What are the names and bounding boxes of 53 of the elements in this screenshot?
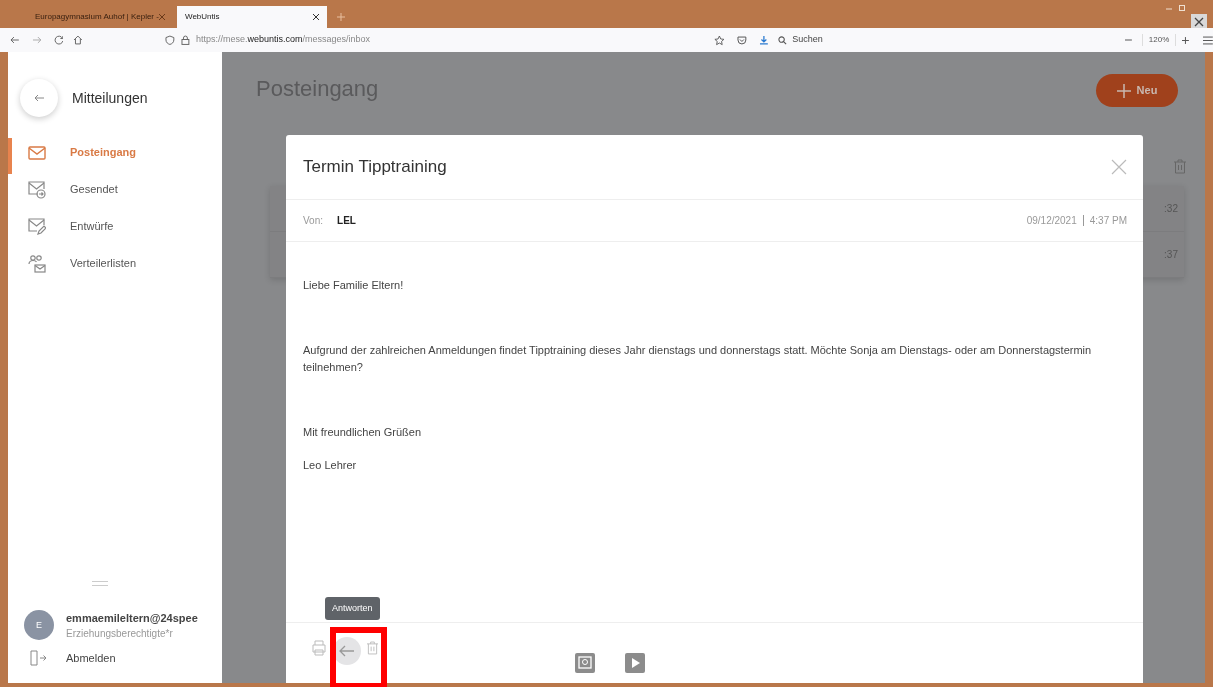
user-role: Erziehungsberechtigte*r	[66, 627, 174, 641]
search-field[interactable]: Suchen	[792, 33, 993, 47]
back-icon[interactable]	[10, 35, 20, 45]
plus-icon	[1116, 83, 1131, 98]
drag-handle-icon[interactable]	[92, 580, 108, 586]
message-title: Termin Tipptraining	[303, 156, 447, 179]
logout-link[interactable]: Abmelden	[8, 641, 222, 675]
zoom-level[interactable]: 120%	[1141, 34, 1177, 46]
search-icon	[778, 35, 788, 45]
message-date: 09/12/2021	[1026, 214, 1077, 228]
forward-icon[interactable]	[31, 35, 42, 45]
message-time: 4:37 PM	[1089, 214, 1127, 228]
message-paragraph: Mit freundlichen Grüßen	[303, 425, 422, 440]
user-email: emmaemileltern@24spee	[66, 610, 198, 626]
message-paragraph: Liebe Familie Eltern!	[303, 278, 405, 293]
browser-tab[interactable]: Europagymnasium Auhof | Kepler -	[27, 6, 173, 28]
trash-icon[interactable]	[1174, 159, 1186, 174]
browser-tab[interactable]: WebUntis	[177, 6, 327, 28]
door-exit-icon	[30, 650, 46, 666]
menu-icon[interactable]	[1203, 35, 1213, 45]
highlight-frame	[330, 627, 387, 687]
sender: LEL	[337, 214, 356, 228]
close-tab-icon[interactable]	[313, 14, 319, 20]
star-icon[interactable]	[713, 34, 725, 46]
sidebar-item[interactable]: Gesendet	[8, 171, 222, 208]
zoom-frame-icon[interactable]	[575, 653, 595, 673]
reply-arrow-icon	[339, 645, 355, 657]
maximize-icon[interactable]	[1179, 5, 1185, 11]
message-paragraph: Aufgrund der zahlreichen Anmeldungen findet Tipptraining dieses Jahr dienstags und donnerstags statt. Möchte Sonja am Dienstags- oder am Donnerstagstermin teilnehmen?	[303, 343, 1093, 375]
reload-icon[interactable]	[53, 35, 64, 45]
envelope-pencil-icon	[28, 217, 46, 236]
user-avatar: E	[24, 610, 54, 641]
lock-icon	[181, 35, 190, 45]
home-icon[interactable]	[73, 35, 84, 45]
envelope-icon	[28, 145, 46, 160]
url-field[interactable]: https://mese.webuntis.com/messages/inbox	[195, 33, 687, 47]
print-icon[interactable]	[311, 640, 327, 656]
sidebar-title: Mitteilungen	[72, 88, 148, 108]
from-label: Von:	[303, 214, 324, 228]
envelope-arrow-icon	[28, 180, 46, 199]
download-icon[interactable]	[758, 35, 769, 45]
message-paragraph: Leo Lehrer	[303, 458, 358, 473]
shield-icon	[165, 35, 176, 45]
zoom-in-icon[interactable]	[1182, 36, 1190, 44]
sidebar-item[interactable]: Verteilerlisten	[8, 245, 222, 282]
play-icon[interactable]	[625, 653, 645, 673]
tooltip: Antworten	[325, 597, 380, 620]
new-tab-icon[interactable]	[337, 13, 345, 21]
sidebar-item[interactable]: Entwürfe	[8, 208, 222, 245]
trash-icon[interactable]	[367, 641, 378, 655]
pocket-icon[interactable]	[736, 35, 747, 45]
back-arrow-icon	[34, 94, 44, 102]
people-envelope-icon	[28, 254, 46, 273]
